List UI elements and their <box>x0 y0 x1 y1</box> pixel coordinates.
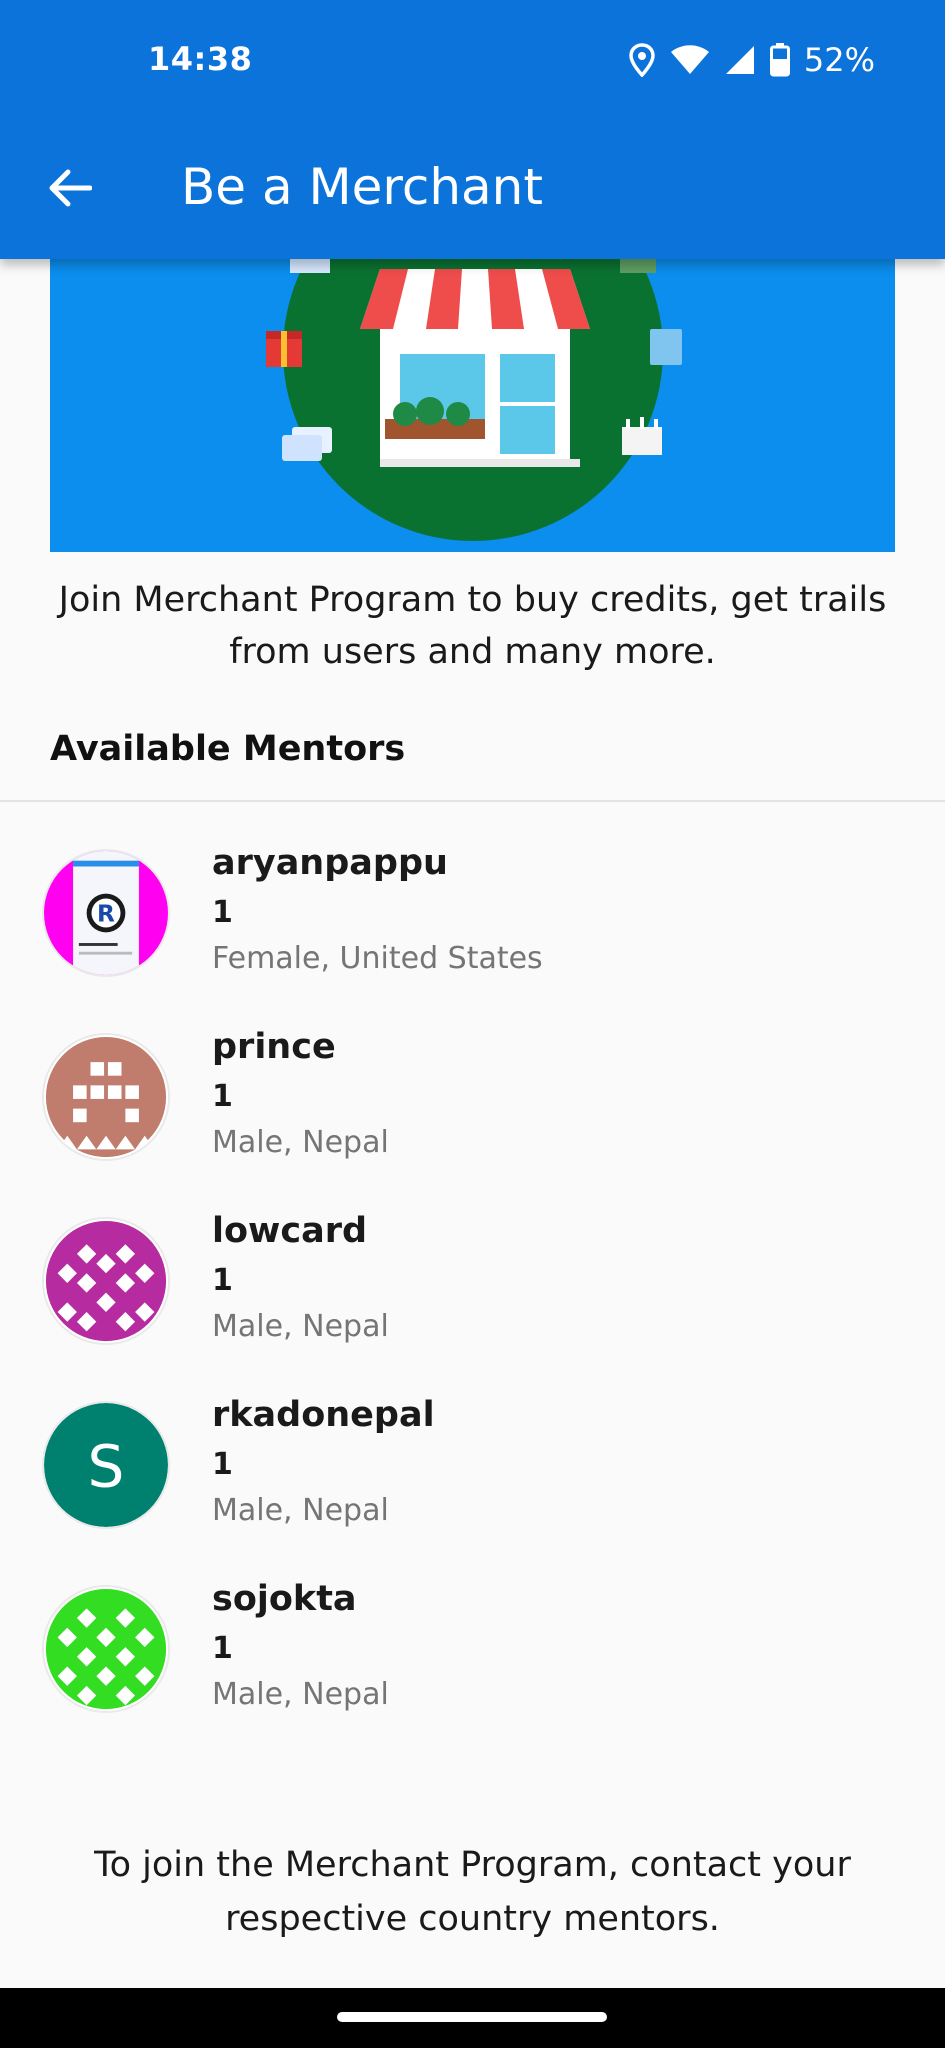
avatar-letter: S <box>88 1432 125 1500</box>
mentor-name: aryanpappu <box>212 843 448 883</box>
mentor-item-rkadonepal[interactable]: S rkadonepal 1 Male, Nepal <box>0 1395 945 1565</box>
mentor-item-sojokta[interactable]: sojokta 1 Male, Nepal <box>0 1579 945 1749</box>
identicon-avatar <box>44 1035 168 1159</box>
identicon-avatar <box>44 1587 168 1711</box>
home-gesture-handle[interactable] <box>337 2012 607 2022</box>
avatar <box>42 1217 170 1345</box>
mentor-count: 1 <box>212 1263 233 1298</box>
arrow-left-icon <box>48 168 93 212</box>
battery-icon <box>769 43 790 77</box>
mentor-count: 1 <box>212 1447 233 1482</box>
intro-text: Join Merchant Program to buy credits, ge… <box>58 580 887 672</box>
status-time: 14:38 <box>148 40 253 78</box>
mentor-location: Male, Nepal <box>212 1677 389 1712</box>
mentor-location: Male, Nepal <box>212 1125 389 1160</box>
mentor-name: lowcard <box>212 1211 368 1251</box>
merchant-banner <box>50 259 895 552</box>
divider <box>0 800 945 802</box>
avatar <box>42 1585 170 1713</box>
mentor-item-prince[interactable]: prince 1 Male, Nepal <box>0 1027 945 1197</box>
mentor-count: 1 <box>212 1079 233 1114</box>
letter-avatar: S <box>44 1403 168 1527</box>
mentor-location: Male, Nepal <box>212 1493 389 1528</box>
page-title: Be a Merchant <box>181 158 543 216</box>
svg-text:R: R <box>97 901 115 928</box>
location-icon <box>628 43 656 77</box>
mentor-item-lowcard[interactable]: lowcard 1 Male, Nepal <box>0 1211 945 1381</box>
storefront-illustration <box>266 259 682 541</box>
mentor-count: 1 <box>212 1631 233 1666</box>
avatar <box>42 1033 170 1161</box>
mentor-name: rkadonepal <box>212 1395 435 1435</box>
screenshot-photo-avatar: R <box>44 851 168 975</box>
mentor-count: 1 <box>212 895 233 930</box>
section-title: Available Mentors <box>50 729 406 769</box>
avatar: R <box>42 849 170 977</box>
battery-percentage: 52% <box>803 41 875 79</box>
avatar: S <box>42 1401 170 1529</box>
mentor-location: Female, United States <box>212 941 543 976</box>
back-button[interactable] <box>40 160 100 220</box>
identicon-avatar <box>44 1219 168 1343</box>
mentor-name: sojokta <box>212 1579 357 1619</box>
mentor-name: prince <box>212 1027 336 1067</box>
footer-note: To join the Merchant Program, contact yo… <box>94 1845 851 1939</box>
status-bar: 14:38 52% <box>0 0 945 125</box>
mentor-location: Male, Nepal <box>212 1309 389 1344</box>
mentor-item-aryanpappu[interactable]: R aryanpappu 1 Female, United States <box>0 843 945 1013</box>
wifi-icon <box>670 44 710 76</box>
status-icons: 52% <box>628 40 875 80</box>
app-bar: 14:38 52% Be a Merchant <box>0 0 945 259</box>
cellular-signal-icon <box>724 44 756 76</box>
